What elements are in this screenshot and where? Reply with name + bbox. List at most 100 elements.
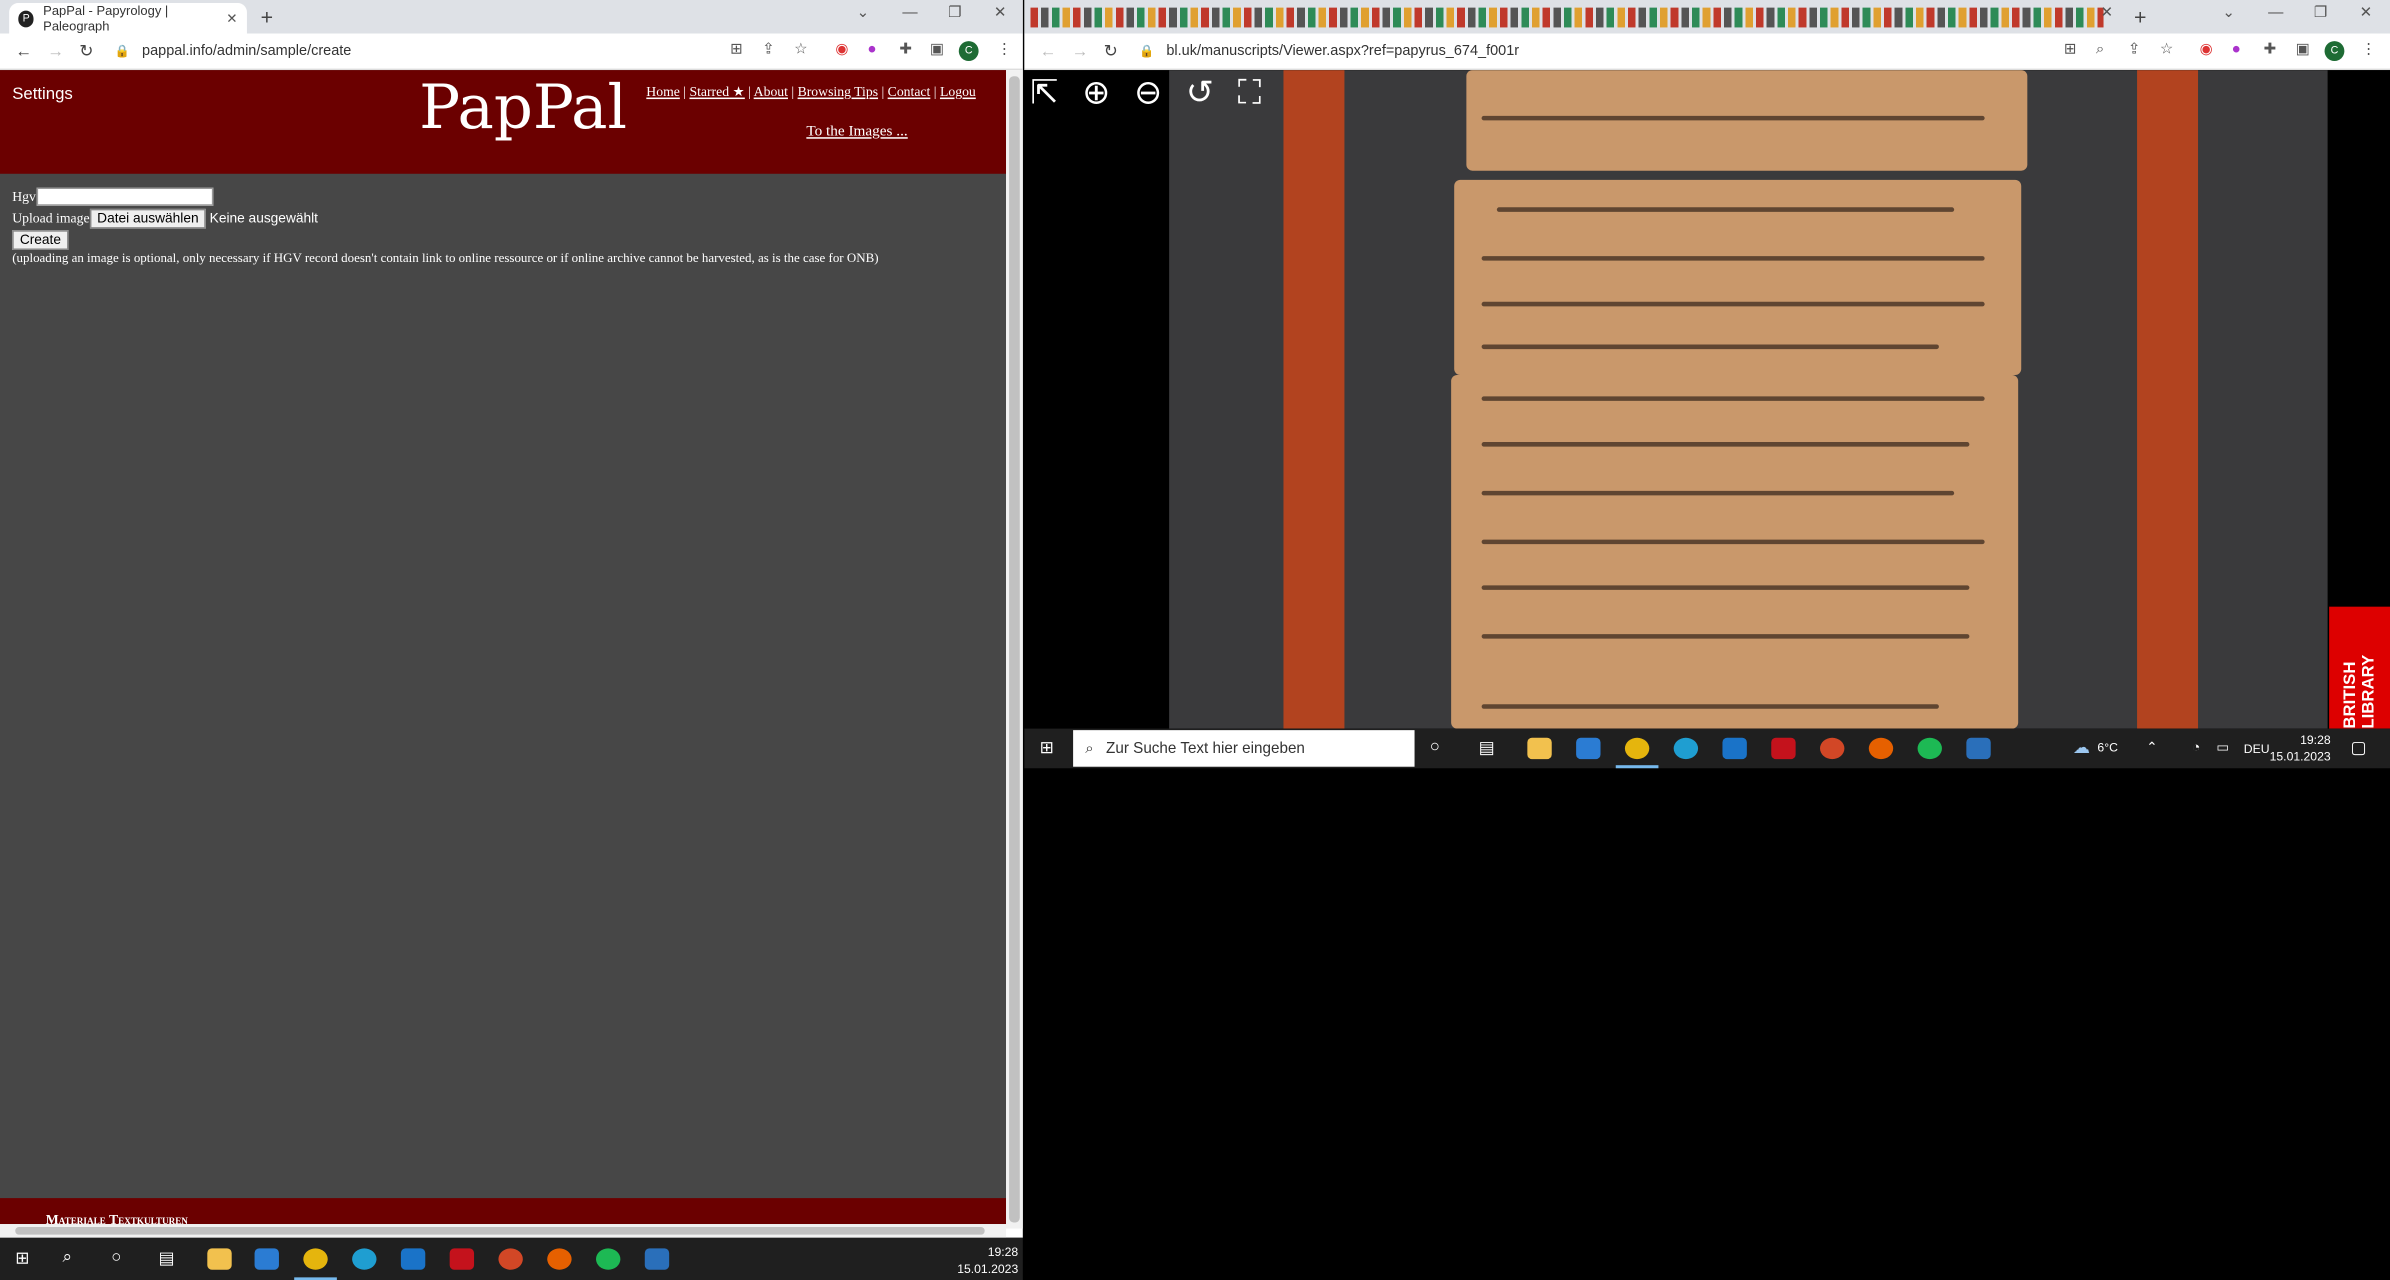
create-button[interactable]: Create bbox=[12, 229, 69, 250]
url-text: pappal.info/admin/sample/create bbox=[142, 42, 352, 60]
address-bar[interactable]: 🔒 pappal.info/admin/sample/create bbox=[115, 43, 352, 60]
right-cortana-icon[interactable]: ○ bbox=[1430, 738, 1440, 756]
horizontal-scrollbar[interactable] bbox=[0, 1224, 1007, 1238]
nav-contact[interactable]: Contact bbox=[888, 84, 931, 99]
weather-temp[interactable]: 6°C bbox=[2097, 741, 2117, 755]
choose-file-button[interactable]: Datei auswählen bbox=[89, 208, 207, 228]
left-clock[interactable]: 19:28 15.01.2023 bbox=[945, 1244, 1018, 1278]
right-star-icon[interactable]: ☆ bbox=[2160, 41, 2174, 58]
manuscript-viewer[interactable]: ⇱ ⊕ ⊖ ↺ ⛶ BRITISH LIBRARY bbox=[1024, 70, 2390, 729]
right-back-icon[interactable]: ← bbox=[1040, 42, 1057, 60]
back-icon[interactable]: ← bbox=[15, 42, 32, 60]
british-library-badge[interactable]: BRITISH LIBRARY bbox=[2329, 606, 2390, 729]
mail-icon[interactable] bbox=[400, 1248, 426, 1270]
to-the-images-link[interactable]: To the Images ... bbox=[806, 123, 907, 140]
right-sidepanel-icon[interactable]: ▣ bbox=[2296, 41, 2310, 58]
chrome-icon[interactable] bbox=[303, 1248, 328, 1270]
settings-link[interactable]: Settings bbox=[12, 85, 73, 103]
right-extension-purple-icon[interactable]: ● bbox=[2232, 41, 2241, 58]
right-reload-icon[interactable]: ↻ bbox=[1104, 41, 1118, 61]
right-mail-icon[interactable] bbox=[1722, 737, 1747, 760]
rotate-icon[interactable]: ↺ bbox=[1186, 73, 1214, 113]
spotify-icon[interactable] bbox=[596, 1248, 621, 1270]
close-window-icon[interactable]: ✕ bbox=[994, 5, 1007, 22]
acrobat-icon[interactable] bbox=[449, 1248, 475, 1270]
zoom-icon[interactable]: ⌕ bbox=[2096, 41, 2105, 58]
right-edge-icon[interactable] bbox=[1673, 737, 1699, 760]
right-address-bar[interactable]: 🔒 bl.uk/manuscripts/Viewer.aspx?ref=papyr… bbox=[1139, 43, 1519, 60]
nav-browsing-tips[interactable]: Browsing Tips bbox=[798, 84, 878, 99]
right-task-view-icon[interactable]: ▤ bbox=[1479, 738, 1495, 757]
powerpoint-icon[interactable] bbox=[498, 1248, 523, 1270]
tab-pappal[interactable]: P PapPal - Papyrology | Paleograph ✕ bbox=[9, 3, 247, 34]
close-tab-icon[interactable]: ✕ bbox=[226, 10, 238, 27]
tray-chevron-icon[interactable]: ⌃ bbox=[2146, 739, 2158, 756]
cortana-icon[interactable]: ○ bbox=[111, 1248, 121, 1266]
fit-screen-icon[interactable]: ⛶ bbox=[1238, 73, 1261, 113]
nav-starred[interactable]: Starred ★ bbox=[689, 84, 744, 99]
right-store-icon[interactable] bbox=[1576, 737, 1601, 760]
sidepanel-icon[interactable]: ▣ bbox=[930, 41, 944, 58]
right-new-tab-icon[interactable]: + bbox=[2134, 5, 2146, 29]
translate-icon[interactable]: ⊞ bbox=[730, 41, 743, 58]
right-extension-red-icon[interactable]: ◉ bbox=[2200, 41, 2213, 58]
right-translate-icon[interactable]: ⊞ bbox=[2064, 41, 2077, 58]
right-chrome-icon[interactable] bbox=[1624, 737, 1650, 760]
right-forward-icon[interactable]: → bbox=[1072, 42, 1089, 60]
minimize-icon[interactable]: — bbox=[902, 5, 917, 22]
pinned-tabs[interactable] bbox=[1030, 7, 2104, 28]
close-active-tab-icon[interactable]: ✕ bbox=[2100, 5, 2113, 22]
right-windows-icon[interactable]: ⊞ bbox=[1040, 738, 1054, 757]
right-restore-icon[interactable]: ❐ bbox=[2314, 5, 2328, 22]
windows-icon[interactable]: ⊞ bbox=[15, 1248, 29, 1268]
right-spotify-icon[interactable] bbox=[1917, 737, 1942, 760]
vertical-scrollbar[interactable] bbox=[1006, 70, 1023, 1229]
search-icon[interactable]: ⌕ bbox=[62, 1248, 71, 1268]
firefox-icon[interactable] bbox=[547, 1248, 572, 1270]
pappal-logo[interactable]: PapPal bbox=[419, 73, 627, 143]
right-photos-icon[interactable] bbox=[1966, 737, 1991, 760]
nav-logout[interactable]: Logou bbox=[940, 84, 976, 99]
forward-icon[interactable]: → bbox=[47, 42, 64, 60]
menu-dots-icon[interactable]: ⋮ bbox=[997, 41, 1012, 58]
right-puzzle-icon[interactable]: ✚ bbox=[2264, 41, 2277, 58]
tray-battery-icon[interactable]: ▭ bbox=[2216, 739, 2229, 756]
zoom-in-icon[interactable]: ⊕ bbox=[1082, 73, 1110, 113]
right-firefox-icon[interactable] bbox=[1868, 737, 1894, 760]
right-explorer-icon[interactable] bbox=[1527, 737, 1552, 760]
extension-purple-icon[interactable]: ● bbox=[867, 41, 876, 58]
weather-icon[interactable]: ☁ bbox=[2073, 738, 2090, 757]
right-minimize-icon[interactable]: — bbox=[2268, 5, 2283, 22]
reload-icon[interactable]: ↻ bbox=[79, 41, 93, 61]
photos-icon[interactable] bbox=[644, 1248, 670, 1270]
notification-icon[interactable]: ▢ bbox=[2350, 738, 2366, 757]
restore-icon[interactable]: ❐ bbox=[948, 5, 962, 22]
right-profile-avatar[interactable]: C bbox=[2324, 41, 2345, 61]
right-clock[interactable]: 19:28 15.01.2023 bbox=[2267, 732, 2331, 766]
right-tab-search-icon[interactable]: ⌄ bbox=[2222, 5, 2235, 22]
right-menu-dots-icon[interactable]: ⋮ bbox=[2361, 41, 2376, 58]
exit-viewer-icon[interactable]: ⇱ bbox=[1030, 73, 1058, 113]
profile-avatar[interactable]: C bbox=[958, 41, 979, 61]
nav-home[interactable]: Home bbox=[646, 84, 680, 99]
hgv-input[interactable] bbox=[35, 187, 213, 206]
explorer-icon[interactable] bbox=[207, 1248, 232, 1270]
share-icon[interactable]: ⇪ bbox=[762, 41, 775, 58]
right-acrobat-icon[interactable] bbox=[1771, 737, 1796, 760]
tray-network-icon[interactable]: ◔ bbox=[2192, 739, 2200, 754]
edge-icon[interactable] bbox=[352, 1248, 377, 1270]
upload-note: (uploading an image is optional, only ne… bbox=[12, 249, 879, 266]
store-icon[interactable] bbox=[254, 1248, 279, 1270]
bookmark-star-icon[interactable]: ☆ bbox=[794, 41, 808, 58]
right-share-icon[interactable]: ⇪ bbox=[2128, 41, 2141, 58]
extension-red-icon[interactable]: ◉ bbox=[835, 41, 848, 58]
taskbar-search-box[interactable]: ⌕ Zur Suche Text hier eingeben bbox=[1073, 730, 1415, 767]
task-view-icon[interactable]: ▤ bbox=[159, 1248, 175, 1268]
extensions-puzzle-icon[interactable]: ✚ bbox=[899, 41, 912, 58]
nav-about[interactable]: About bbox=[754, 84, 788, 99]
new-tab-icon[interactable]: + bbox=[261, 5, 273, 29]
tab-search-icon[interactable]: ⌄ bbox=[857, 5, 870, 22]
right-powerpoint-icon[interactable] bbox=[1820, 737, 1845, 760]
zoom-out-icon[interactable]: ⊖ bbox=[1134, 73, 1162, 113]
right-close-window-icon[interactable]: ✕ bbox=[2360, 5, 2373, 22]
